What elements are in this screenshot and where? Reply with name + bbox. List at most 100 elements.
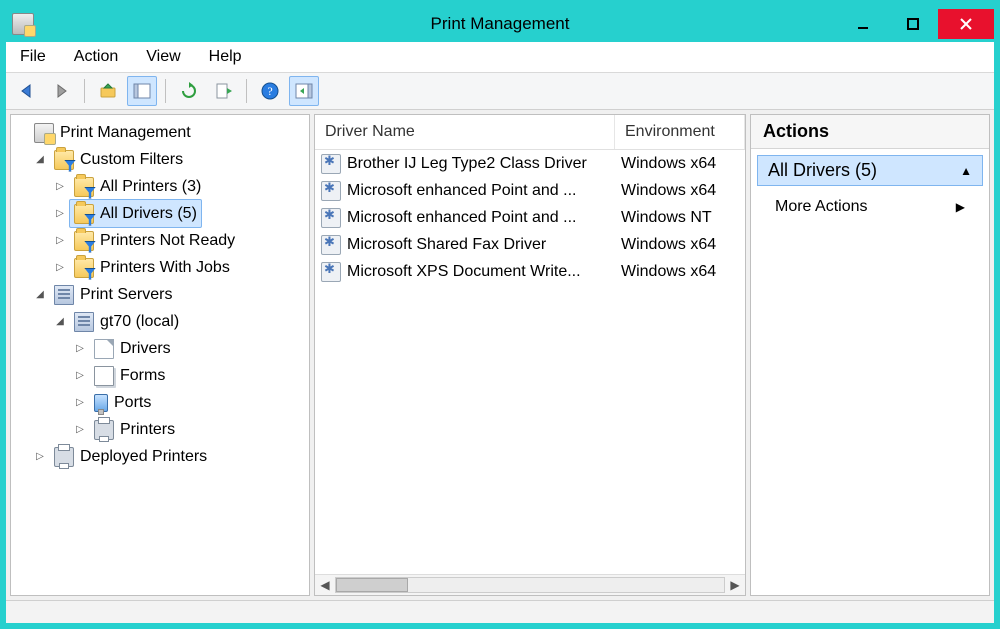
app-icon <box>12 13 34 35</box>
list-cell-driver-name: Microsoft XPS Document Write... <box>321 262 621 282</box>
collapse-icon: ▲ <box>960 164 972 178</box>
tree-custom-filters[interactable]: ◢ Custom Filters <box>13 146 307 173</box>
tree-label: Deployed Printers <box>80 443 207 470</box>
tree-root[interactable]: ▸ Print Management <box>13 119 307 146</box>
actions-pane: Actions All Drivers (5) ▲ More Actions ▶ <box>750 114 990 596</box>
expander-icon[interactable]: ▷ <box>33 450 47 464</box>
column-header-environment[interactable]: Environment <box>615 115 745 149</box>
expander-icon[interactable]: ▷ <box>53 180 67 194</box>
driver-icon <box>321 235 341 255</box>
expander-icon[interactable]: ▷ <box>53 207 67 221</box>
actions-more-actions[interactable]: More Actions ▶ <box>751 192 989 222</box>
toolbar-separator <box>246 79 247 103</box>
tree-server-gt70[interactable]: ◢ gt70 (local) <box>13 308 307 335</box>
back-arrow-icon <box>18 82 36 100</box>
driver-name-text: Microsoft Shared Fax Driver <box>347 236 546 254</box>
maximize-icon <box>907 18 919 30</box>
filter-folder-icon <box>74 177 94 197</box>
list-cell-driver-name: Microsoft enhanced Point and ... <box>321 208 621 228</box>
maximize-button[interactable] <box>888 9 938 39</box>
server-icon <box>54 285 74 305</box>
expander-icon[interactable]: ▷ <box>73 423 87 437</box>
actions-item-label: More Actions <box>775 198 867 216</box>
scroll-thumb[interactable] <box>336 578 408 592</box>
list-body[interactable]: Brother IJ Leg Type2 Class Driver Windows… <box>315 150 745 574</box>
tree-print-servers[interactable]: ◢ Print Servers <box>13 281 307 308</box>
menu-action[interactable]: Action <box>70 46 122 68</box>
tree-all-drivers[interactable]: ▷ All Drivers (5) <box>13 200 307 227</box>
expander-icon[interactable]: ◢ <box>53 315 67 329</box>
toolbar-properties-toggle[interactable] <box>127 76 157 106</box>
close-button[interactable] <box>938 9 994 39</box>
expander-icon[interactable]: ▷ <box>53 261 67 275</box>
tree-ports[interactable]: ▷ Ports <box>13 389 307 416</box>
forms-icon <box>94 366 114 386</box>
list-cell-driver-name: Microsoft Shared Fax Driver <box>321 235 621 255</box>
toolbar-up-button[interactable] <box>93 76 123 106</box>
list-cell-environment: Windows x64 <box>621 236 745 254</box>
tree-forms[interactable]: ▷ Forms <box>13 362 307 389</box>
scroll-left-icon[interactable]: ◀ <box>315 575 335 595</box>
tree-printers-with-jobs[interactable]: ▷ Printers With Jobs <box>13 254 307 281</box>
expander-icon[interactable]: ◢ <box>33 153 47 167</box>
tree-drivers[interactable]: ▷ Drivers <box>13 335 307 362</box>
expander-icon[interactable]: ▷ <box>73 342 87 356</box>
port-icon <box>94 394 108 412</box>
list-row[interactable]: Brother IJ Leg Type2 Class DriverWindows… <box>315 150 745 177</box>
toolbar-back-button[interactable] <box>12 76 42 106</box>
properties-pane-icon <box>133 82 151 100</box>
show-hide-pane-icon <box>295 82 313 100</box>
actions-group-label: All Drivers (5) <box>768 160 877 181</box>
toolbar-export-button[interactable] <box>208 76 238 106</box>
column-header-driver-name[interactable]: Driver Name <box>315 115 615 149</box>
list-pane: Driver Name Environment Brother IJ Leg T… <box>314 114 746 596</box>
minimize-button[interactable] <box>838 9 888 39</box>
toolbar-separator <box>84 79 85 103</box>
tree-printers-not-ready[interactable]: ▷ Printers Not Ready <box>13 227 307 254</box>
expander-icon[interactable]: ▷ <box>53 234 67 248</box>
toolbar: ? <box>6 73 994 110</box>
list-row[interactable]: Microsoft XPS Document Write...Windows x… <box>315 258 745 285</box>
list-row[interactable]: Microsoft Shared Fax Driver Windows x64 <box>315 231 745 258</box>
scroll-right-icon[interactable]: ▶ <box>725 575 745 595</box>
menubar: File Action View Help <box>6 42 994 73</box>
list-header: Driver Name Environment <box>315 115 745 150</box>
list-row[interactable]: Microsoft enhanced Point and ...Windows … <box>315 177 745 204</box>
tree-label: Drivers <box>120 335 171 362</box>
menu-help[interactable]: Help <box>205 46 246 68</box>
toolbar-refresh-button[interactable] <box>174 76 204 106</box>
horizontal-scrollbar[interactable]: ◀ ▶ <box>315 574 745 595</box>
driver-name-text: Brother IJ Leg Type2 Class Driver <box>347 155 587 173</box>
forward-arrow-icon <box>52 82 70 100</box>
expander-icon[interactable]: ▷ <box>73 369 87 383</box>
toolbar-action-pane-toggle[interactable] <box>289 76 319 106</box>
window-controls <box>838 9 994 39</box>
toolbar-forward-button[interactable] <box>46 76 76 106</box>
menu-file[interactable]: File <box>16 46 50 68</box>
filter-folder-icon <box>54 150 74 170</box>
expander-icon[interactable]: ◢ <box>33 288 47 302</box>
expander-icon[interactable]: ▷ <box>73 396 87 410</box>
tree-label: All Printers (3) <box>100 173 201 200</box>
tree-deployed-printers[interactable]: ▷ Deployed Printers <box>13 443 307 470</box>
minimize-icon <box>857 18 869 30</box>
tree-printers[interactable]: ▷ Printers <box>13 416 307 443</box>
list-row[interactable]: Microsoft enhanced Point and ...Windows … <box>315 204 745 231</box>
tree-label: Printers Not Ready <box>100 227 235 254</box>
export-list-icon <box>214 82 232 100</box>
print-management-icon <box>34 123 54 143</box>
tree-all-printers[interactable]: ▷ All Printers (3) <box>13 173 307 200</box>
console-tree[interactable]: ▸ Print Management ◢ Custom Filters ▷ Al… <box>11 115 309 595</box>
actions-group-title[interactable]: All Drivers (5) ▲ <box>757 155 983 186</box>
page-icon <box>94 339 114 359</box>
toolbar-help-button[interactable]: ? <box>255 76 285 106</box>
server-icon <box>74 312 94 332</box>
driver-icon <box>321 181 341 201</box>
scroll-track[interactable] <box>335 577 725 593</box>
tree-label: Ports <box>114 389 151 416</box>
driver-icon <box>321 262 341 282</box>
list-cell-driver-name: Microsoft enhanced Point and ... <box>321 181 621 201</box>
filter-folder-icon <box>74 231 94 251</box>
tree-label: Print Servers <box>80 281 172 308</box>
menu-view[interactable]: View <box>142 46 184 68</box>
